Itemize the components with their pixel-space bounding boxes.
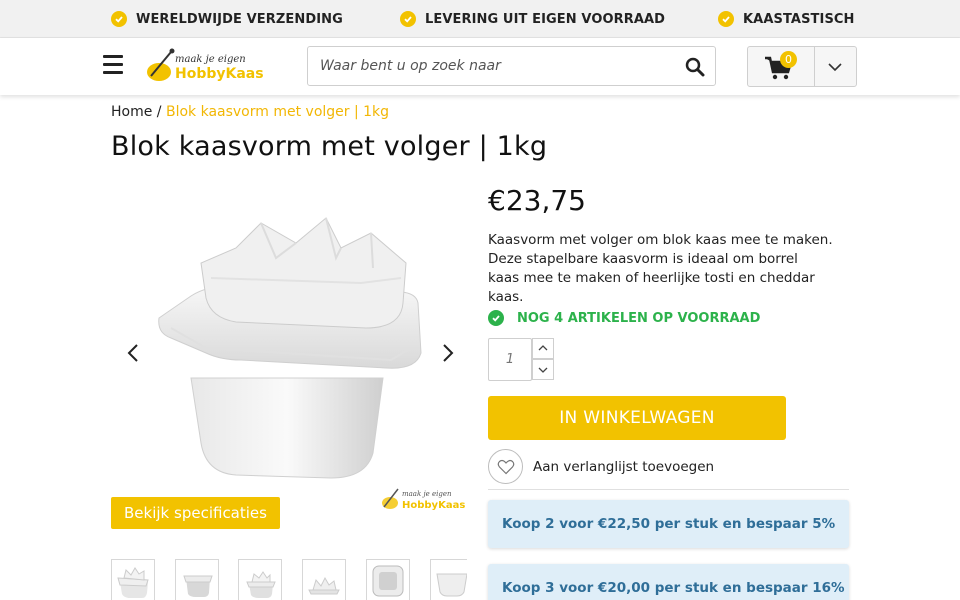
usp-label: LEVERING UIT EIGEN VOORRAAD [425, 11, 666, 27]
logo-text-bottom: HobbyKaas [175, 66, 264, 82]
thumbnail[interactable] [238, 559, 282, 600]
watermark-logo: maak je eigen HobbyKaas [380, 485, 466, 513]
site-logo[interactable]: maak je eigen HobbyKaas [145, 46, 265, 86]
wishlist-label: Aan verlanglijst toevoegen [533, 458, 715, 475]
quantity-discount-offer: Koop 2 voor €22,50 per stuk en bespaar 5… [488, 500, 849, 548]
usp-item-stock: LEVERING UIT EIGEN VOORRAAD [400, 11, 665, 27]
thumbnail-strip [111, 559, 467, 600]
chevron-right-icon[interactable] [441, 343, 455, 363]
thumbnail[interactable] [111, 559, 155, 600]
cart-divider [814, 47, 815, 86]
product-image[interactable] [111, 188, 467, 488]
thumbnail[interactable] [175, 559, 219, 600]
quantity-decrease-button[interactable] [532, 359, 554, 380]
usp-bar: WERELDWIJDE VERZENDING LEVERING UIT EIGE… [0, 0, 960, 38]
usp-label: KAASTASTISCH [743, 11, 855, 27]
product-price: €23,75 [488, 184, 586, 217]
product-description: Kaasvorm met volger om blok kaas mee te … [488, 232, 833, 305]
cart-box: 0 [747, 46, 857, 87]
quantity-increase-button[interactable] [532, 338, 554, 359]
quantity-discount-offer: Koop 3 voor €20,00 per stuk en bespaar 1… [488, 564, 849, 600]
page-title: Blok kaasvorm met volger | 1kg [111, 131, 548, 162]
usp-item-kaastastisch: KAASTASTISCH [718, 11, 855, 27]
cart-count-badge: 0 [780, 51, 797, 68]
check-icon [400, 11, 416, 27]
chevron-left-icon[interactable] [126, 343, 140, 363]
search-icon[interactable] [685, 57, 705, 77]
usp-item-shipping: WERELDWIJDE VERZENDING [111, 11, 343, 27]
thumbnail[interactable] [302, 559, 346, 600]
watermark-text-bottom: HobbyKaas [402, 500, 465, 511]
usp-label: WERELDWIJDE VERZENDING [136, 11, 343, 27]
breadcrumb-separator: / [156, 104, 162, 120]
search-input[interactable] [308, 47, 673, 85]
site-header: maak je eigen HobbyKaas 0 [0, 38, 960, 95]
product-gallery [111, 188, 467, 533]
stock-status: NOG 4 ARTIKELEN OP VOORRAAD [488, 310, 760, 326]
breadcrumb-current[interactable]: Blok kaasvorm met volger | 1kg [166, 104, 389, 120]
breadcrumb: Home / Blok kaasvorm met volger | 1kg [111, 104, 389, 120]
stock-label: NOG 4 ARTIKELEN OP VOORRAAD [517, 310, 761, 326]
view-specifications-button[interactable]: Bekijk specificaties [111, 497, 280, 529]
heart-icon [488, 449, 523, 484]
quantity-stepper [488, 338, 532, 381]
check-icon [488, 310, 504, 326]
chevron-down-icon[interactable] [826, 59, 844, 75]
menu-icon[interactable] [103, 55, 123, 75]
breadcrumb-home[interactable]: Home [111, 104, 152, 120]
divider [488, 489, 849, 490]
check-icon [111, 11, 127, 27]
watermark-text-top: maak je eigen [402, 490, 452, 498]
thumbnail[interactable] [366, 559, 410, 600]
add-to-wishlist-button[interactable]: Aan verlanglijst toevoegen [488, 449, 714, 484]
thumbnail[interactable] [430, 559, 467, 600]
search-box [307, 46, 716, 86]
add-to-cart-button[interactable]: IN WINKELWAGEN [488, 396, 786, 440]
check-icon [718, 11, 734, 27]
logo-text-top: maak je eigen [175, 54, 246, 65]
quantity-input[interactable] [489, 339, 531, 380]
